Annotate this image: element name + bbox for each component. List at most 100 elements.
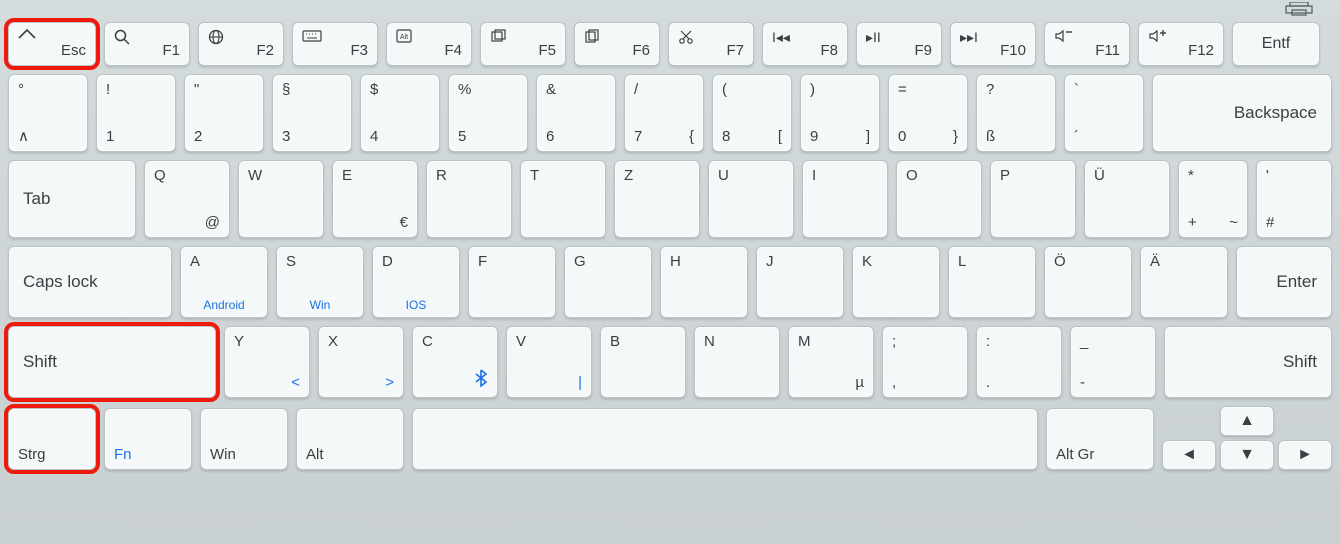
- fn-key[interactable]: Fn: [104, 408, 192, 470]
- f1-key[interactable]: F1: [104, 22, 190, 66]
- q-key[interactable]: Q@: [144, 160, 230, 238]
- o-key[interactable]: O: [896, 160, 982, 238]
- c-key[interactable]: C: [412, 326, 498, 398]
- altgr-key[interactable]: Alt Gr: [1046, 408, 1154, 470]
- esc-key[interactable]: Esc: [8, 22, 96, 66]
- capslock-key[interactable]: Caps lock: [8, 246, 172, 318]
- n-key[interactable]: N: [694, 326, 780, 398]
- arrow-up-key[interactable]: ▲: [1220, 406, 1274, 436]
- y-key[interactable]: Y<: [224, 326, 310, 398]
- h-key[interactable]: H: [660, 246, 748, 318]
- f5-key[interactable]: F5: [480, 22, 566, 66]
- row-function: Esc F1 F2 F3 Alt F4 F5 F6 F7: [8, 22, 1332, 66]
- f6-key[interactable]: F6: [574, 22, 660, 66]
- k-key[interactable]: K: [852, 246, 940, 318]
- row-y: Shift Y< X> C V| B N Mµ ;, :. _- Shift: [8, 326, 1332, 398]
- arrow-right-key[interactable]: ►: [1278, 440, 1332, 470]
- f2-key[interactable]: F2: [198, 22, 284, 66]
- arrow-up-icon: ▲: [1239, 412, 1255, 430]
- f4-label: F4: [444, 42, 462, 59]
- e-key[interactable]: E€: [332, 160, 418, 238]
- ios-label: IOS: [373, 298, 459, 312]
- esc-label: Esc: [61, 42, 86, 59]
- f-key[interactable]: F: [468, 246, 556, 318]
- keyboard: Esc F1 F2 F3 Alt F4 F5 F6 F7: [8, 22, 1332, 478]
- acute-key[interactable]: `´: [1064, 74, 1144, 152]
- space-key[interactable]: [412, 408, 1038, 470]
- zero-key[interactable]: =0}: [888, 74, 968, 152]
- shift-left-key[interactable]: Shift: [8, 326, 216, 398]
- win-key[interactable]: Win: [200, 408, 288, 470]
- v-key[interactable]: V|: [506, 326, 592, 398]
- prev-track-icon: I◂◂: [772, 29, 790, 46]
- backspace-label: Backspace: [1234, 103, 1317, 123]
- f12-key[interactable]: F12: [1138, 22, 1224, 66]
- cut-icon: [678, 29, 694, 49]
- z-key[interactable]: Z: [614, 160, 700, 238]
- plus-key[interactable]: *+~: [1178, 160, 1248, 238]
- shift-left-label: Shift: [23, 352, 57, 372]
- globe-icon: [208, 29, 224, 49]
- nine-key[interactable]: )9]: [800, 74, 880, 152]
- tab-key[interactable]: Tab: [8, 160, 136, 238]
- seven-key[interactable]: /7{: [624, 74, 704, 152]
- one-key[interactable]: !1: [96, 74, 176, 152]
- g-key[interactable]: G: [564, 246, 652, 318]
- a-key[interactable]: AAndroid: [180, 246, 268, 318]
- arrow-left-key[interactable]: ◄: [1162, 440, 1216, 470]
- f1-label: F1: [162, 42, 180, 59]
- f7-key[interactable]: F7: [668, 22, 754, 66]
- l-key[interactable]: L: [948, 246, 1036, 318]
- p-key[interactable]: P: [990, 160, 1076, 238]
- six-key[interactable]: &6: [536, 74, 616, 152]
- ae-key[interactable]: Ä: [1140, 246, 1228, 318]
- r-key[interactable]: R: [426, 160, 512, 238]
- j-key[interactable]: J: [756, 246, 844, 318]
- f8-label: F8: [820, 42, 838, 59]
- five-key[interactable]: %5: [448, 74, 528, 152]
- entf-key[interactable]: Entf: [1232, 22, 1320, 66]
- four-key[interactable]: $4: [360, 74, 440, 152]
- s-key[interactable]: SWin: [276, 246, 364, 318]
- eight-key[interactable]: (8[: [712, 74, 792, 152]
- f8-key[interactable]: I◂◂ F8: [762, 22, 848, 66]
- enter-label: Enter: [1276, 272, 1317, 292]
- f11-label: F11: [1095, 42, 1120, 59]
- b-key[interactable]: B: [600, 326, 686, 398]
- f10-label: F10: [1000, 42, 1026, 59]
- alt-key[interactable]: Alt: [296, 408, 404, 470]
- oe-key[interactable]: Ö: [1044, 246, 1132, 318]
- x-key[interactable]: X>: [318, 326, 404, 398]
- strg-key[interactable]: Strg: [8, 408, 96, 470]
- t-key[interactable]: T: [520, 160, 606, 238]
- caret-key[interactable]: °∧: [8, 74, 88, 152]
- tab-label: Tab: [23, 189, 50, 209]
- f4-key[interactable]: Alt F4: [386, 22, 472, 66]
- keyboard-icon: [302, 29, 322, 47]
- hash-key[interactable]: '#: [1256, 160, 1332, 238]
- f10-key[interactable]: ▸▸I F10: [950, 22, 1036, 66]
- sharp-s-key[interactable]: ?ß: [976, 74, 1056, 152]
- u-key[interactable]: U: [708, 160, 794, 238]
- printer-icon: [1282, 2, 1316, 16]
- d-key[interactable]: DIOS: [372, 246, 460, 318]
- enter-key[interactable]: Enter: [1236, 246, 1332, 318]
- m-key[interactable]: Mµ: [788, 326, 874, 398]
- shift-right-key[interactable]: Shift: [1164, 326, 1332, 398]
- f9-key[interactable]: ▸II F9: [856, 22, 942, 66]
- f11-key[interactable]: F11: [1044, 22, 1130, 66]
- dot-key[interactable]: :.: [976, 326, 1062, 398]
- w-key[interactable]: W: [238, 160, 324, 238]
- dash-key[interactable]: _-: [1070, 326, 1156, 398]
- arrow-down-key[interactable]: ▼: [1220, 440, 1274, 470]
- three-key[interactable]: §3: [272, 74, 352, 152]
- shift-right-label: Shift: [1283, 352, 1317, 372]
- comma-key[interactable]: ;,: [882, 326, 968, 398]
- ue-key[interactable]: Ü: [1084, 160, 1170, 238]
- f3-key[interactable]: F3: [292, 22, 378, 66]
- i-key[interactable]: I: [802, 160, 888, 238]
- backspace-key[interactable]: Backspace: [1152, 74, 1332, 152]
- two-key[interactable]: "2: [184, 74, 264, 152]
- fn-label: Fn: [114, 446, 132, 463]
- play-pause-icon: ▸II: [866, 29, 881, 46]
